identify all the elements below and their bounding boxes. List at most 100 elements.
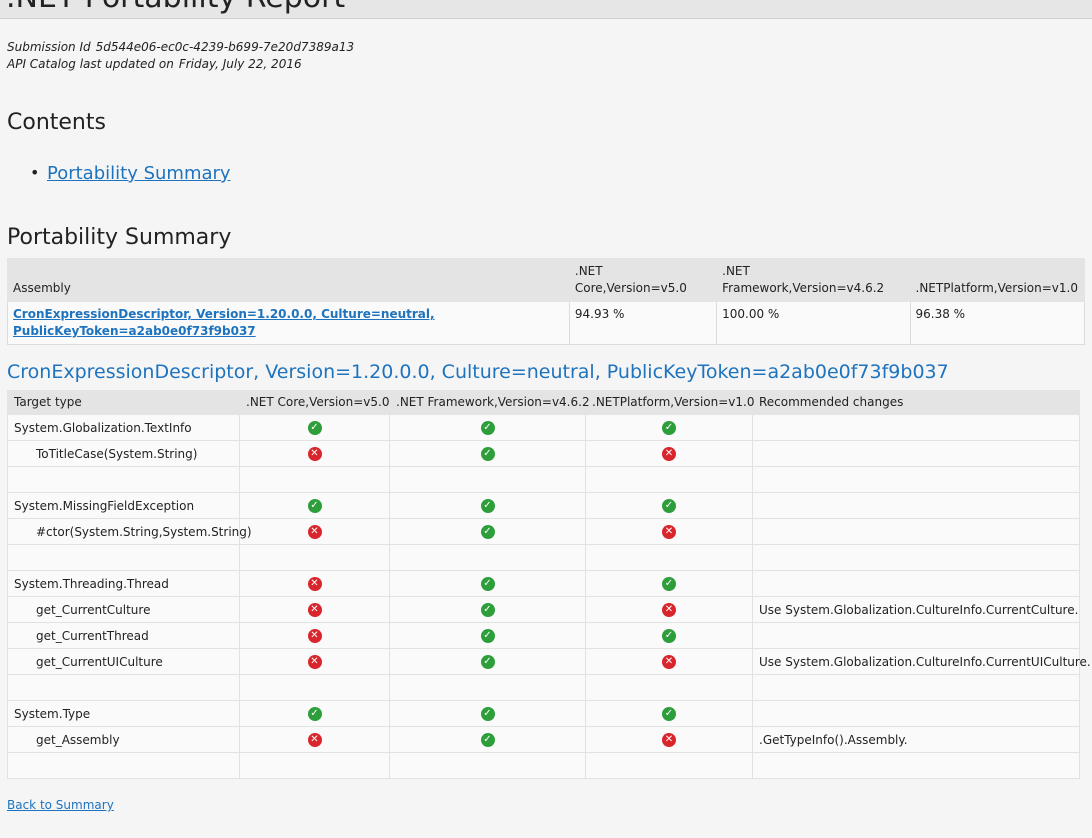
- status-cell: ✕: [239, 518, 390, 545]
- target-type-cell: ToTitleCase(System.String): [7, 440, 240, 467]
- recommended-change-cell: .GetTypeInfo().Assembly.: [752, 726, 1080, 753]
- status-cell: [239, 752, 390, 779]
- cross-icon: ✕: [307, 576, 322, 591]
- status-cell: ✕: [585, 596, 753, 623]
- status-cell: [585, 544, 753, 571]
- status-cell: ✓: [239, 700, 390, 727]
- table-row: System.MissingFieldException ✓ ✓ ✓: [7, 492, 1080, 519]
- recommended-change-cell: [752, 440, 1080, 467]
- summary-cell-assembly: CronExpressionDescriptor, Version=1.20.0…: [7, 301, 570, 345]
- status-cell: [389, 752, 586, 779]
- summary-header-assembly: Assembly: [7, 258, 570, 302]
- submission-id-label: Submission Id: [7, 40, 91, 54]
- target-type-cell: [7, 544, 240, 571]
- cross-icon: ✕: [307, 654, 322, 669]
- summary-cell-platform: 96.38 %: [909, 301, 1085, 345]
- top-bar: .NET Portability Report: [0, 0, 1092, 19]
- check-icon: ✓: [307, 420, 322, 435]
- summary-cell-framework: 100.00 %: [716, 301, 911, 345]
- summary-row: CronExpressionDescriptor, Version=1.20.0…: [7, 301, 1085, 345]
- target-type-cell: System.Type: [7, 700, 240, 727]
- cross-icon: ✕: [307, 446, 322, 461]
- status-cell: ✕: [239, 596, 390, 623]
- check-icon: ✓: [480, 706, 495, 721]
- status-cell: ✕: [239, 648, 390, 675]
- check-icon: ✓: [662, 706, 676, 721]
- check-icon: ✓: [307, 706, 322, 721]
- check-icon: ✓: [480, 524, 495, 539]
- table-row: System.Threading.Thread ✕ ✓ ✓: [7, 570, 1080, 597]
- check-icon: ✓: [480, 576, 495, 591]
- status-cell: [585, 674, 753, 701]
- status-cell: ✕: [239, 570, 390, 597]
- status-cell: ✓: [389, 570, 586, 597]
- target-type-cell: get_Assembly: [7, 726, 240, 753]
- recommended-change-cell: [752, 466, 1080, 493]
- check-icon: ✓: [480, 732, 495, 747]
- recommended-change-cell: [752, 518, 1080, 545]
- status-cell: ✓: [389, 492, 586, 519]
- detail-header-core: .NET Core,Version=v5.0: [239, 390, 390, 415]
- detail-header-recommended: Recommended changes: [752, 390, 1080, 415]
- status-cell: [239, 466, 390, 493]
- check-icon: ✓: [662, 420, 676, 435]
- contents-item: Portability Summary: [30, 163, 231, 184]
- target-type-cell: System.MissingFieldException: [7, 492, 240, 519]
- table-row: System.Globalization.TextInfo ✓ ✓ ✓: [7, 414, 1080, 441]
- check-icon: ✓: [307, 498, 322, 513]
- table-row: ToTitleCase(System.String) ✕ ✓ ✕: [7, 440, 1080, 467]
- status-cell: ✕: [239, 622, 390, 649]
- recommended-change-cell: [752, 700, 1080, 727]
- status-cell: ✓: [389, 648, 586, 675]
- catalog-updated-value: Friday, July 22, 2016: [178, 57, 302, 71]
- table-row: System.Type ✓ ✓ ✓: [7, 700, 1080, 727]
- check-icon: ✓: [662, 628, 676, 643]
- portability-summary-link[interactable]: Portability Summary: [47, 163, 231, 184]
- detail-header-row: Target type .NET Core,Version=v5.0 .NET …: [7, 390, 1080, 415]
- status-cell: ✓: [585, 570, 753, 597]
- recommended-change-cell: [752, 752, 1080, 779]
- detail-body: System.Globalization.TextInfo ✓ ✓ ✓ ToTitleC…: [7, 414, 1091, 779]
- detail-header-platform: .NETPlatform,Version=v1.0: [585, 390, 755, 415]
- status-cell: ✕: [585, 518, 753, 545]
- status-cell: ✕: [239, 726, 390, 753]
- contents-list: Portability Summary: [30, 163, 231, 184]
- cross-icon: ✕: [307, 524, 322, 539]
- target-type-cell: System.Globalization.TextInfo: [7, 414, 240, 441]
- recommended-change-cell: Use System.Globalization.CultureInfo.Cur…: [752, 648, 1091, 675]
- target-type-cell: get_CurrentUICulture: [7, 648, 240, 675]
- cross-icon: ✕: [662, 732, 676, 747]
- status-cell: ✓: [239, 414, 390, 441]
- back-to-summary-link[interactable]: Back to Summary: [7, 798, 114, 812]
- status-cell: ✕: [239, 440, 390, 467]
- target-type-cell: get_CurrentThread: [7, 622, 240, 649]
- cross-icon: ✕: [662, 654, 676, 669]
- cross-icon: ✕: [307, 732, 322, 747]
- portability-summary-heading: Portability Summary: [7, 225, 232, 250]
- status-cell: [239, 674, 390, 701]
- status-cell: ✓: [585, 622, 753, 649]
- check-icon: ✓: [480, 498, 495, 513]
- recommended-change-cell: [752, 674, 1080, 701]
- assembly-link[interactable]: CronExpressionDescriptor, Version=1.20.0…: [13, 307, 435, 338]
- target-type-cell: [7, 752, 240, 779]
- status-cell: [389, 466, 586, 493]
- status-cell: ✓: [239, 492, 390, 519]
- table-row: [7, 466, 1080, 493]
- status-cell: [585, 466, 753, 493]
- detail-header-target-type: Target type: [7, 390, 240, 415]
- check-icon: ✓: [662, 576, 676, 591]
- status-cell: ✓: [389, 440, 586, 467]
- status-cell: [389, 544, 586, 571]
- status-cell: [389, 674, 586, 701]
- catalog-updated-label: API Catalog last updated on: [7, 57, 174, 71]
- status-cell: [239, 544, 390, 571]
- table-row: [7, 752, 1080, 779]
- cross-icon: ✕: [662, 446, 676, 461]
- target-type-cell: get_CurrentCulture: [7, 596, 240, 623]
- status-cell: ✓: [389, 726, 586, 753]
- table-row: get_CurrentThread ✕ ✓ ✓: [7, 622, 1080, 649]
- recommended-change-cell: [752, 414, 1080, 441]
- summary-header-framework: .NET Framework,Version=v4.6.2: [716, 258, 911, 302]
- cross-icon: ✕: [662, 602, 676, 617]
